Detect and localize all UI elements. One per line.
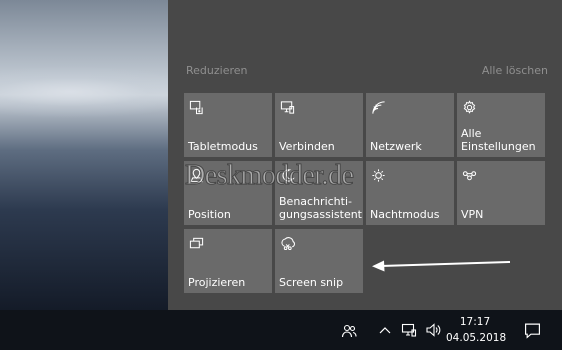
network-ethernet-icon[interactable]: [400, 322, 418, 338]
annotation-arrow: [372, 260, 511, 272]
tile-screen-snip[interactable]: Screen snip: [275, 229, 363, 293]
vpn-icon: [461, 167, 477, 183]
tile-label: Screen snip: [279, 276, 344, 289]
tile-label: Projizieren: [188, 276, 246, 289]
action-center-button[interactable]: [512, 310, 552, 350]
night-light-icon: [370, 167, 386, 183]
tile-vpn[interactable]: VPN: [457, 161, 545, 225]
project-icon: [188, 235, 204, 251]
tile-label: Nachtmodus: [370, 208, 440, 221]
tile-connect[interactable]: Verbinden: [275, 93, 363, 157]
volume-icon[interactable]: [424, 322, 442, 338]
settings-gear-icon: [461, 99, 477, 115]
clear-all-link[interactable]: Alle löschen: [482, 64, 548, 77]
connect-icon: [279, 99, 295, 115]
tile-label: Position: [188, 208, 231, 221]
tile-label: Alle Einstellungen: [461, 127, 536, 153]
location-icon: [188, 167, 204, 183]
tile-tablet-mode[interactable]: Tablet­modus: [184, 93, 272, 157]
desktop-wallpaper: [0, 0, 168, 310]
screen-snip-icon: [279, 235, 295, 251]
network-icon: [370, 99, 386, 115]
tablet-mode-icon: [188, 99, 204, 115]
chevron-up-icon[interactable]: [377, 322, 393, 338]
clock-time: 17:17: [459, 316, 491, 328]
action-center-header: Reduzieren Alle löschen: [186, 63, 548, 77]
tile-focus-assist[interactable]: Benachrichti- gungsassistent: [275, 161, 363, 225]
tile-network[interactable]: Netzwerk: [366, 93, 454, 157]
tile-location[interactable]: Position: [184, 161, 272, 225]
notification-icon: [524, 322, 541, 339]
people-icon[interactable]: [340, 322, 358, 340]
tile-all-settings[interactable]: Alle Einstellungen: [457, 93, 545, 157]
clock-date: 04.05.2018: [446, 332, 507, 344]
tile-night-light[interactable]: Nachtmodus: [366, 161, 454, 225]
taskbar-clock[interactable]: 17:17 04.05.2018: [446, 314, 507, 346]
tile-project[interactable]: Projizieren: [184, 229, 272, 293]
tile-label: Verbinden: [279, 140, 335, 153]
tile-label: VPN: [461, 208, 484, 221]
taskbar: 17:17 04.05.2018: [0, 310, 562, 350]
focus-assist-moon-icon: [279, 167, 295, 183]
tile-label: Benachrichti- gungsassistent: [279, 195, 362, 221]
tile-label: Netzwerk: [370, 140, 422, 153]
tile-label: Tablet­modus: [188, 140, 258, 153]
collapse-link[interactable]: Reduzieren: [186, 64, 248, 77]
